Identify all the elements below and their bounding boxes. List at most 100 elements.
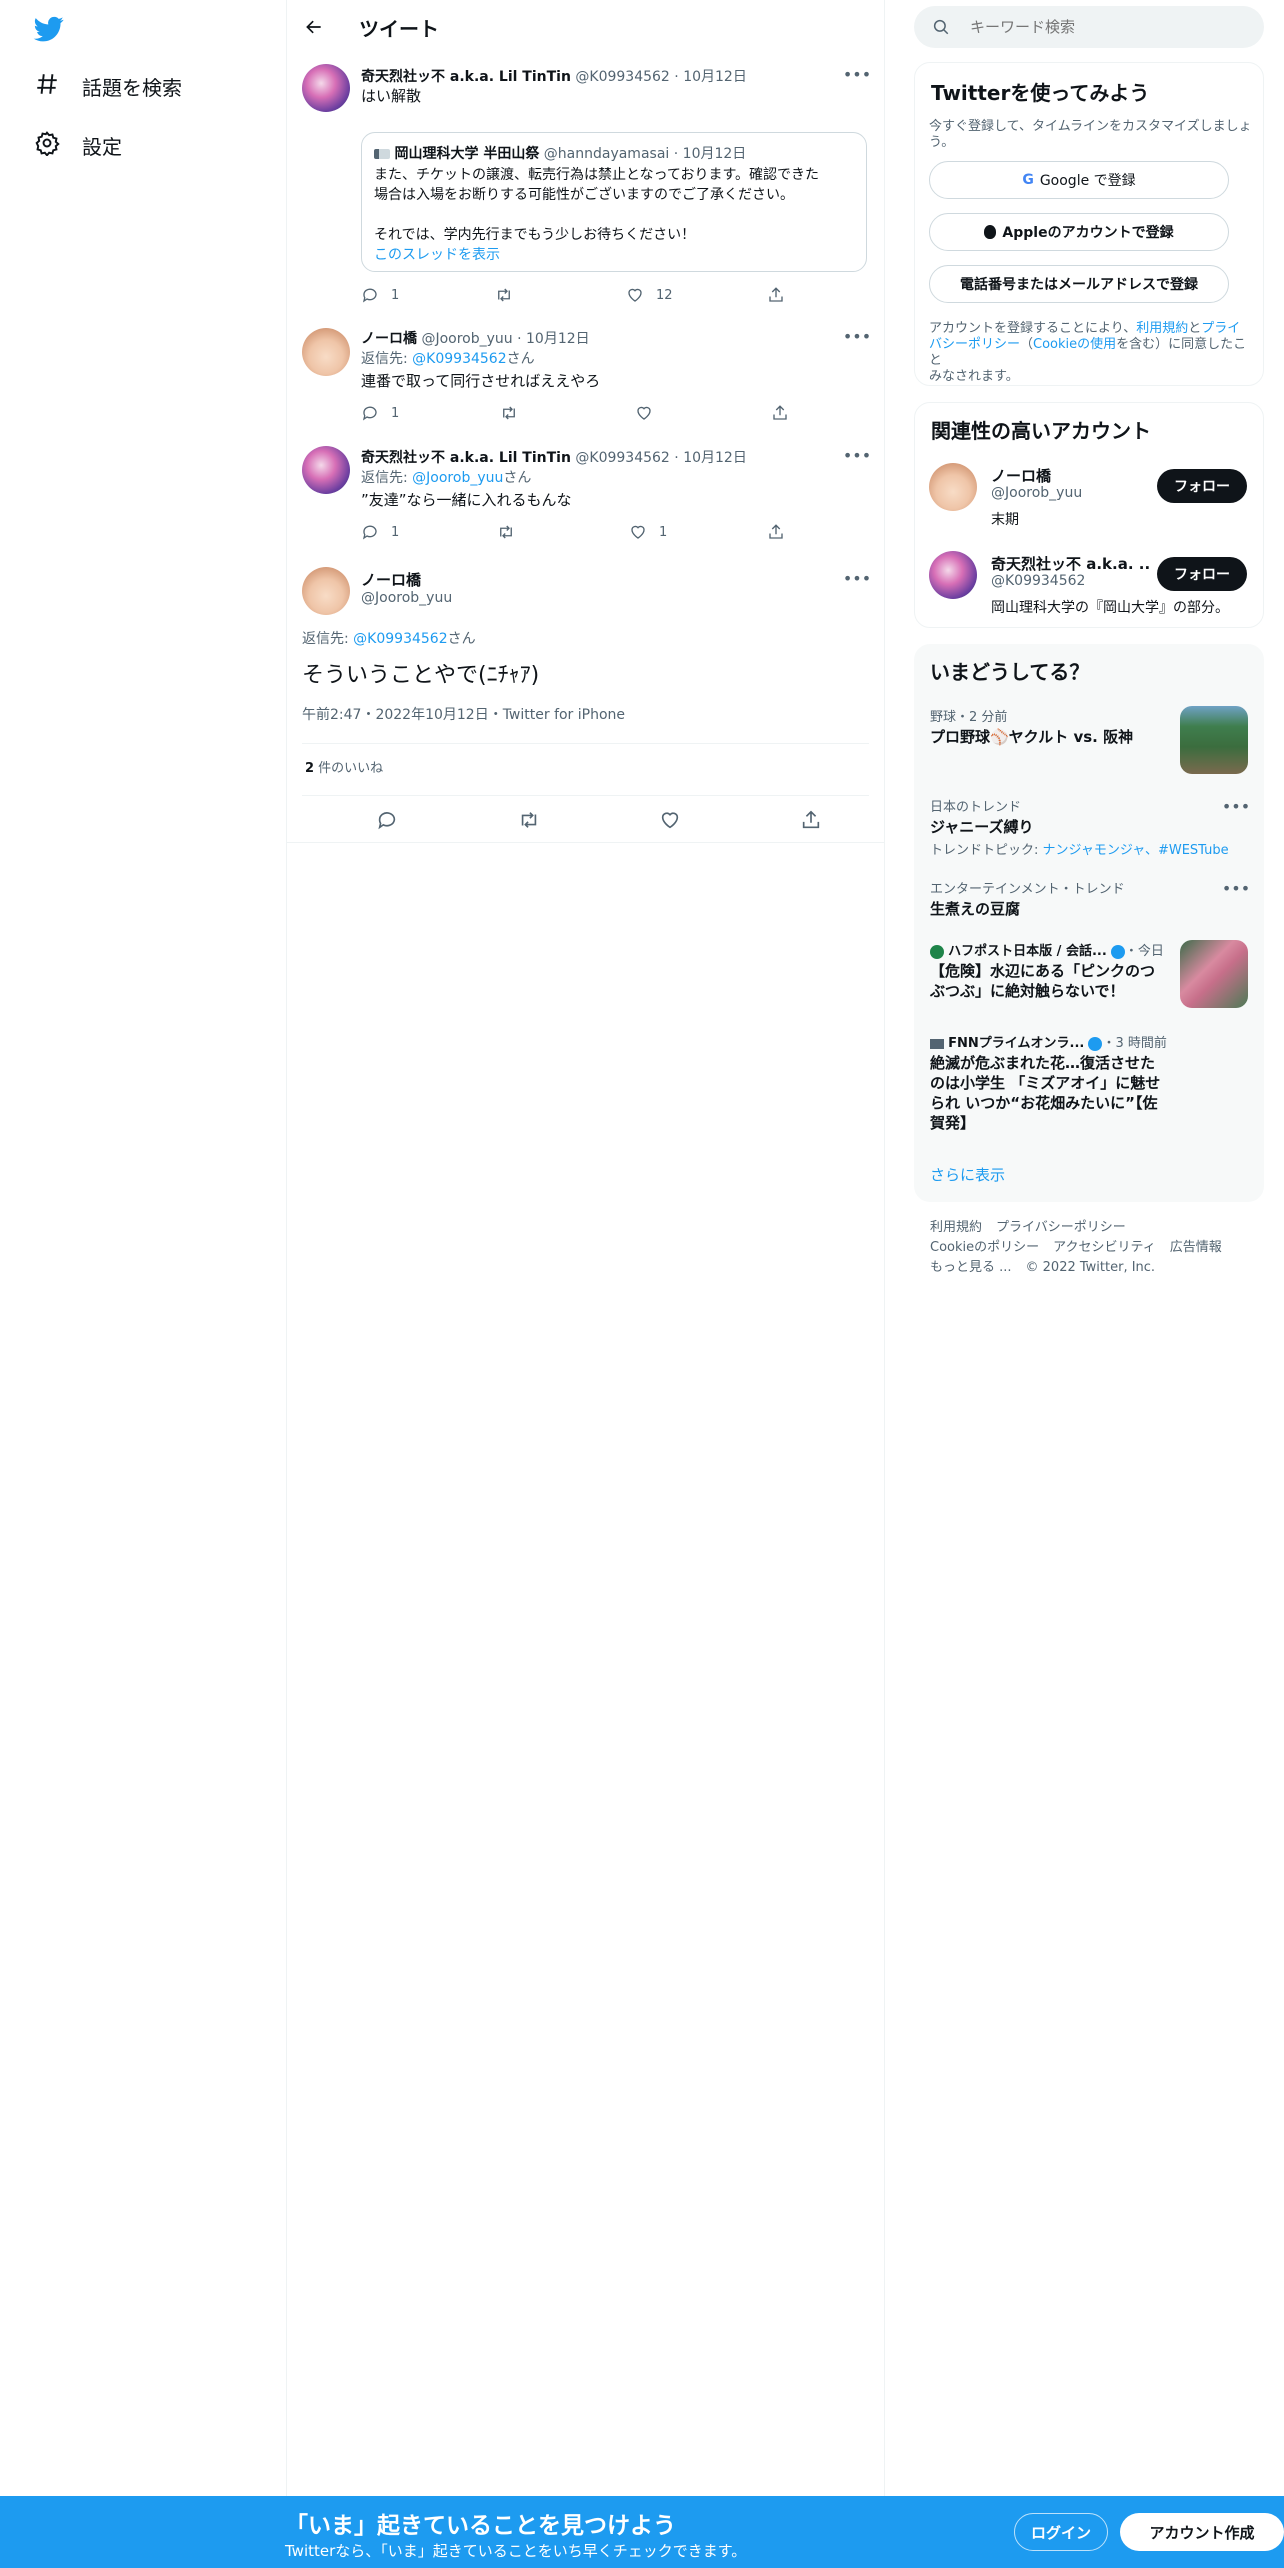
show-more-link[interactable]: さらに表示 (930, 1164, 1005, 1185)
account-name: 奇天烈社ッ不 a.k.a. ... (991, 555, 1151, 573)
card-title: 関連性の高いアカウント (931, 419, 1151, 443)
trend-name: 生煮えの豆腐 (930, 900, 1021, 918)
login-button[interactable]: ログイン (1014, 2513, 1108, 2551)
reply-count: 1 (391, 524, 400, 540)
reply-context: 返信先: @Joorob_yuuさん (361, 470, 532, 486)
quote-text: それでは、学内先行までもう少しお待ちください！ (374, 227, 696, 243)
retweet-button[interactable] (495, 286, 525, 304)
likes-summary[interactable]: 2 件のいいね (305, 759, 383, 779)
tweet-text: そういうことやで(ﾆﾁｬｱ) (302, 663, 540, 688)
author-handle: @K09934562 (575, 450, 670, 466)
more-icon[interactable]: ••• (843, 326, 871, 346)
focused-tweet-actions (302, 808, 869, 832)
apple-signup-button[interactable]: Appleのアカウントで登録 (929, 213, 1229, 251)
retweet-button[interactable] (500, 404, 518, 422)
share-button[interactable] (771, 404, 789, 422)
quote-date: 10月12日 (682, 146, 747, 162)
tweet-meta[interactable]: 午前2:47・2022年10月12日・Twitter for iPhone (302, 705, 625, 725)
footer-cookie-link[interactable]: Cookieのポリシー (930, 1240, 1039, 1255)
trend-thumbnail[interactable] (1180, 706, 1248, 774)
trend-meta: FNNプライムオンラ... ・3 時間前 (930, 1032, 1170, 1051)
share-button[interactable] (767, 523, 785, 541)
show-thread-link[interactable]: このスレッドを表示 (374, 245, 500, 265)
reply-icon (362, 406, 377, 421)
privacy-link[interactable]: プライ (1201, 321, 1240, 336)
avatar[interactable] (302, 64, 350, 112)
account-bio: 岡山理科大学の『岡山大学』の部分。 (991, 600, 1229, 616)
reply-to-link[interactable]: @K09934562 (412, 351, 506, 367)
trends-card: いまどうしてる？ 野球・2 分前 プロ野球⚾ヤクルト vs. 阪神 日本のトレン… (914, 644, 1264, 1202)
footer-more-link[interactable]: もっと見る ... (930, 1260, 1012, 1275)
trend-thumbnail[interactable] (1180, 940, 1248, 1008)
back-arrow-icon[interactable] (301, 14, 327, 40)
verified-badge-icon (1088, 1036, 1103, 1051)
reply-to-link[interactable]: @Joorob_yuu (412, 470, 503, 486)
like-button[interactable] (659, 809, 681, 831)
create-account-button[interactable]: アカウント作成 (1120, 2513, 1284, 2551)
heart-icon (631, 525, 645, 539)
follow-button[interactable]: フォロー (1157, 557, 1247, 591)
trend-item[interactable]: エンターテインメント・トレンド 生煮えの豆腐 (930, 878, 1250, 919)
like-button[interactable]: 12 (626, 286, 673, 304)
privacy-link[interactable]: バシーポリシー (929, 337, 1020, 352)
like-button[interactable]: 1 (629, 523, 667, 541)
reply-button[interactable]: 1 (361, 404, 399, 422)
sidebar-item-settings[interactable]: 設定 (34, 127, 122, 163)
google-signup-button[interactable]: G Google で登録 (929, 161, 1229, 199)
tweet-date[interactable]: 10月12日 (526, 331, 590, 347)
footer-terms-link[interactable]: 利用規約 (930, 1220, 982, 1235)
avatar[interactable] (929, 551, 977, 599)
twitter-logo-icon[interactable] (32, 14, 66, 44)
phone-email-signup-button[interactable]: 電話番号またはメールアドレスで登録 (929, 265, 1229, 303)
search-bar[interactable] (914, 6, 1264, 48)
share-button[interactable] (767, 286, 785, 304)
author-name[interactable]: ノーロ橋 (361, 331, 417, 347)
avatar[interactable] (302, 446, 350, 494)
tweet-actions: 1 (361, 403, 851, 423)
trend-item[interactable]: FNNプライムオンラ... ・3 時間前 絶滅が危ぶまれた花…復活させた のは小… (930, 1032, 1170, 1133)
quoted-tweet[interactable]: 岡山理科大学 半田山祭 @hanndayamasai · 10月12日 また、チ… (361, 132, 867, 272)
footer-accessibility-link[interactable]: アクセシビリティ (1053, 1240, 1156, 1255)
more-icon[interactable]: ••• (1222, 878, 1250, 898)
avatar[interactable] (929, 463, 977, 511)
reply-button[interactable]: 1 (361, 523, 399, 541)
retweet-button[interactable] (518, 809, 540, 831)
avatar[interactable] (302, 328, 350, 376)
footer-ads-link[interactable]: 広告情報 (1170, 1240, 1222, 1255)
avatar[interactable] (302, 567, 350, 615)
retweet-icon (521, 812, 537, 828)
tweet-date[interactable]: 10月12日 (683, 450, 747, 466)
reply-button[interactable] (376, 809, 398, 831)
author-name[interactable]: 奇天烈社ッ不 a.k.a. Lil TinTin (361, 450, 571, 466)
author-name[interactable]: 奇天烈社ッ不 a.k.a. Lil TinTin (361, 69, 571, 85)
reply-to-link[interactable]: @K09934562 (353, 631, 447, 647)
google-icon: G (1022, 172, 1034, 188)
author-name[interactable]: ノーロ橋 (361, 569, 421, 590)
cookie-link[interactable]: Cookieの使用 (1033, 337, 1116, 352)
follow-button[interactable]: フォロー (1157, 469, 1247, 503)
bottom-bar-subtitle: Twitterなら、「いま」起きていることをいち早くチェックできます。 (285, 2542, 747, 2560)
terms-link[interactable]: 利用規約 (1136, 321, 1188, 336)
retweet-button[interactable] (497, 523, 515, 541)
more-icon[interactable]: ••• (1222, 796, 1250, 816)
reply-button[interactable]: 1 (361, 286, 399, 304)
footer-privacy-link[interactable]: プライバシーポリシー (996, 1220, 1126, 1235)
tweet-date[interactable]: 10月12日 (683, 69, 747, 85)
sidebar-item-label: 設定 (82, 134, 122, 159)
sidebar-item-explore[interactable]: 話題を検索 (34, 68, 182, 104)
apple-icon (984, 225, 997, 239)
card-title: Twitterを使ってみよう (931, 81, 1150, 105)
search-input[interactable] (970, 6, 1250, 48)
news-source-icon (930, 944, 944, 959)
trend-item[interactable]: 日本のトレンド ジャニーズ縛り トレンドトピック: ナンジャモンジャ、#WEST… (930, 796, 1250, 858)
like-button[interactable] (635, 404, 653, 422)
sidebar-item-label: 話題を検索 (82, 75, 182, 100)
more-icon[interactable]: ••• (843, 445, 871, 465)
more-icon[interactable]: ••• (843, 568, 871, 588)
reply-count: 1 (391, 405, 400, 421)
reply-icon (378, 812, 396, 830)
trend-item[interactable]: ハフポスト日本版 / 会話... ・今日 【危険】水辺にある「ピンクのつ ぶつぶ… (930, 940, 1170, 1001)
share-button[interactable] (800, 809, 822, 831)
reply-icon (362, 525, 377, 540)
more-icon[interactable]: ••• (843, 64, 871, 84)
